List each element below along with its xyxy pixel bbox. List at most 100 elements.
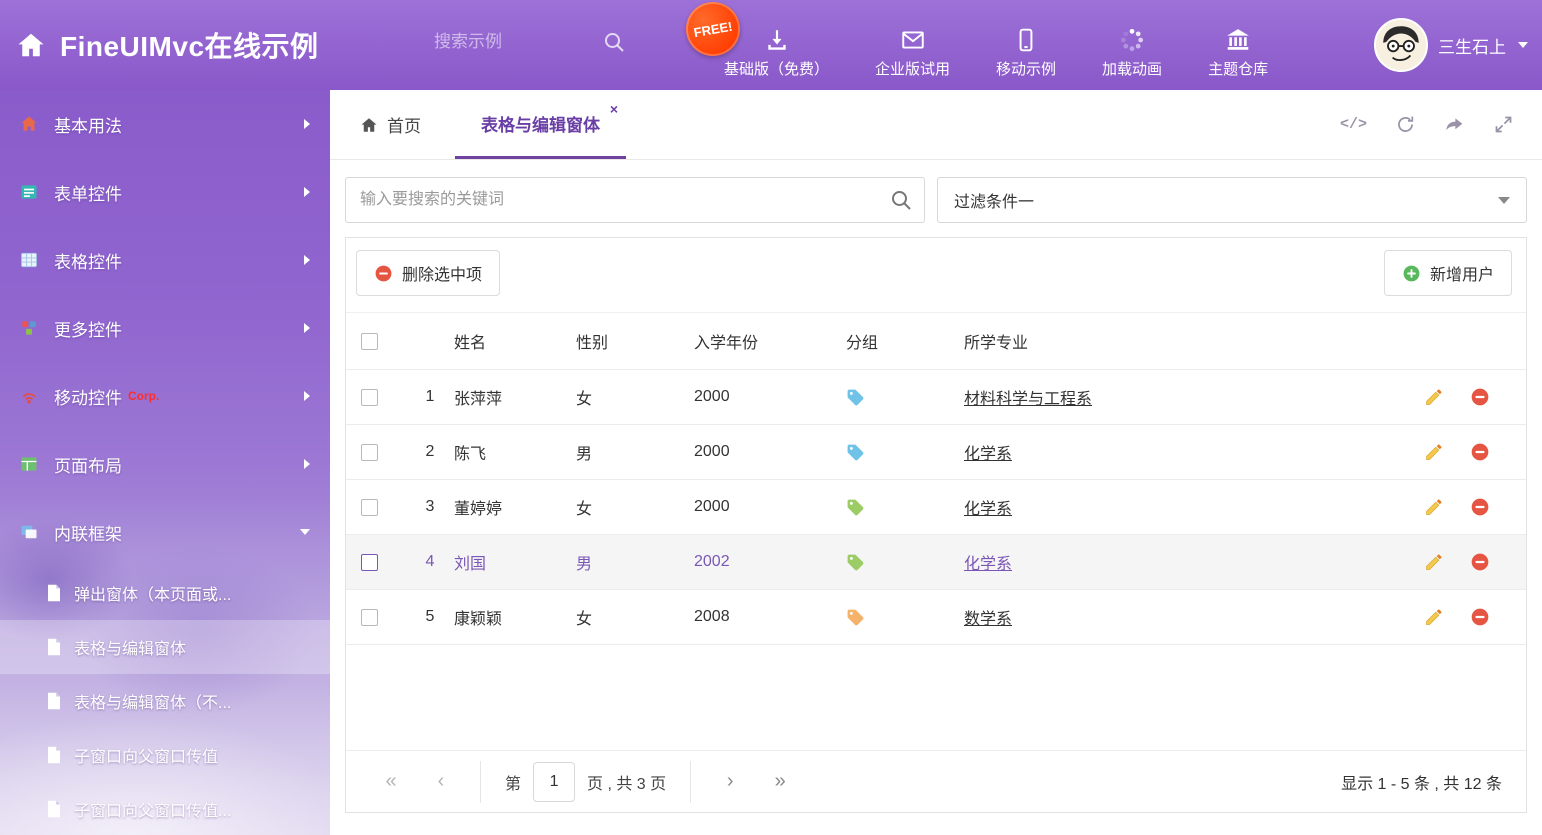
column-major: 所学专业: [964, 329, 1400, 353]
sidebar-subitem[interactable]: 子窗口向父窗口传值...: [0, 782, 330, 835]
tag-icon: [846, 553, 865, 572]
sidebar-subitem[interactable]: 子窗口向父窗口传值: [0, 728, 330, 782]
edit-icon[interactable]: [1424, 607, 1444, 627]
tag-icon: [846, 608, 865, 627]
header-search-input[interactable]: [432, 31, 592, 53]
share-icon[interactable]: [1444, 114, 1465, 135]
table-search: [345, 177, 925, 223]
sidebar-item-grid-controls[interactable]: 表格控件: [0, 226, 330, 294]
last-page-button[interactable]: »: [755, 770, 805, 793]
edit-icon[interactable]: [1424, 552, 1444, 572]
header-check-cell: [346, 333, 406, 350]
sidebar-item-label: 基本用法: [54, 112, 122, 137]
sidebar-item-mobile-controls[interactable]: 移动控件 Corp.: [0, 362, 330, 430]
major-link[interactable]: 化学系: [964, 501, 1012, 518]
avatar[interactable]: [1374, 18, 1428, 72]
column-group: 分组: [846, 329, 964, 353]
major-link[interactable]: 化学系: [964, 556, 1012, 573]
sidebar-item-page-layout[interactable]: 页面布局: [0, 430, 330, 498]
row-checkbox[interactable]: [361, 389, 378, 406]
refresh-icon[interactable]: [1395, 114, 1416, 135]
edit-icon[interactable]: [1424, 387, 1444, 407]
delete-icon[interactable]: [1470, 552, 1490, 572]
sidebar-item-label: 表格控件: [54, 248, 122, 273]
cell-major: 材料科学与工程系: [964, 385, 1400, 409]
delete-icon[interactable]: [1470, 387, 1490, 407]
user-menu[interactable]: 三生石上: [1374, 0, 1528, 90]
edit-icon[interactable]: [1424, 497, 1444, 517]
nav-label: 主题仓库: [1208, 58, 1268, 79]
cell-actions: [1400, 497, 1526, 517]
add-user-button[interactable]: 新增用户: [1384, 250, 1512, 296]
sidebar-subitem[interactable]: 表格与编辑窗体（不...: [0, 674, 330, 728]
chevron-down-icon: [1518, 42, 1528, 48]
search-icon[interactable]: [602, 30, 626, 54]
select-all-checkbox[interactable]: [361, 333, 378, 350]
next-page-button[interactable]: ›: [705, 770, 755, 793]
minus-circle-icon: [374, 264, 393, 283]
nav-item-enterprise-trial[interactable]: 企业版试用: [875, 27, 950, 79]
nav-item-mobile-demo[interactable]: 移动示例: [996, 27, 1056, 79]
filter-dropdown[interactable]: 过滤条件一: [937, 177, 1527, 223]
prev-page-button[interactable]: ‹: [416, 770, 466, 793]
chevron-down-icon: [1498, 197, 1510, 204]
nav-item-theme-repo[interactable]: 主题仓库: [1208, 27, 1268, 79]
fullscreen-icon[interactable]: [1493, 114, 1514, 135]
sidebar-item-iframe[interactable]: 内联框架: [0, 498, 330, 566]
row-checkbox[interactable]: [361, 444, 378, 461]
table-header: 姓名 性别 入学年份 分组 所学专业: [346, 313, 1526, 370]
grid-panel: 删除选中项 新增用户 姓名 性别 入学年份 分组 所学专业 1 张萍萍: [345, 237, 1527, 813]
sidebar-item-basic-usage[interactable]: 基本用法: [0, 90, 330, 158]
tab-home[interactable]: 首页: [360, 90, 421, 159]
cell-name: 刘国: [454, 550, 576, 574]
nav-label: 加载动画: [1102, 58, 1162, 79]
major-link[interactable]: 数学系: [964, 611, 1012, 628]
delete-icon[interactable]: [1470, 497, 1490, 517]
cell-major: 化学系: [964, 495, 1400, 519]
nav-item-loading-animation[interactable]: 加载动画: [1102, 27, 1162, 79]
sidebar-subitem[interactable]: 弹出窗体（本页面或...: [0, 566, 330, 620]
sidebar-nav: 基本用法 表单控件 表格控件 更多控件 移动控件 Corp. 页面布局: [0, 90, 330, 566]
close-icon[interactable]: ×: [610, 102, 618, 116]
cell-name: 董婷婷: [454, 495, 576, 519]
delete-icon[interactable]: [1470, 607, 1490, 627]
sidebar-item-form-controls[interactable]: 表单控件: [0, 158, 330, 226]
code-icon[interactable]: </>: [1340, 116, 1367, 133]
cell-year: 2000: [694, 388, 846, 406]
nav-item-basic-edition[interactable]: 基础版（免费）: [724, 27, 829, 79]
home-brand-icon: [16, 30, 46, 60]
home-icon: [360, 116, 378, 134]
page-input[interactable]: 1: [533, 762, 575, 802]
page-prefix: 第: [505, 770, 521, 794]
cell-gender: 男: [576, 550, 694, 574]
row-checkbox[interactable]: [361, 554, 378, 571]
frame-icon: [18, 521, 40, 543]
delete-icon[interactable]: [1470, 442, 1490, 462]
tab-grid-edit-window[interactable]: 表格与编辑窗体 ×: [455, 90, 626, 159]
sidebar-item-more-controls[interactable]: 更多控件: [0, 294, 330, 362]
row-check-cell: [346, 444, 406, 461]
row-checkbox[interactable]: [361, 609, 378, 626]
table-row: 3 董婷婷 女 2000 化学系: [346, 480, 1526, 535]
search-icon[interactable]: [889, 188, 913, 212]
cell-major: 化学系: [964, 440, 1400, 464]
home-icon: [18, 113, 40, 135]
row-number: 1: [406, 388, 454, 406]
sidebar: 基本用法 表单控件 表格控件 更多控件 移动控件 Corp. 页面布局: [0, 90, 330, 835]
row-check-cell: [346, 389, 406, 406]
edit-icon[interactable]: [1424, 442, 1444, 462]
brand[interactable]: FineUIMvc在线示例: [16, 0, 319, 90]
major-link[interactable]: 材料科学与工程系: [964, 391, 1092, 408]
page-suffix: 页 , 共 3 页: [587, 770, 666, 794]
delete-selected-button[interactable]: 删除选中项: [356, 250, 500, 296]
cell-actions: [1400, 387, 1526, 407]
cell-gender: 女: [576, 605, 694, 629]
major-link[interactable]: 化学系: [964, 446, 1012, 463]
table-row: 2 陈飞 男 2000 化学系: [346, 425, 1526, 480]
table-search-input[interactable]: [345, 177, 925, 223]
file-icon: [46, 746, 62, 764]
sidebar-subitem[interactable]: 表格与编辑窗体: [0, 620, 330, 674]
subitem-label: 表格与编辑窗体: [74, 635, 186, 659]
row-checkbox[interactable]: [361, 499, 378, 516]
first-page-button[interactable]: «: [366, 770, 416, 793]
